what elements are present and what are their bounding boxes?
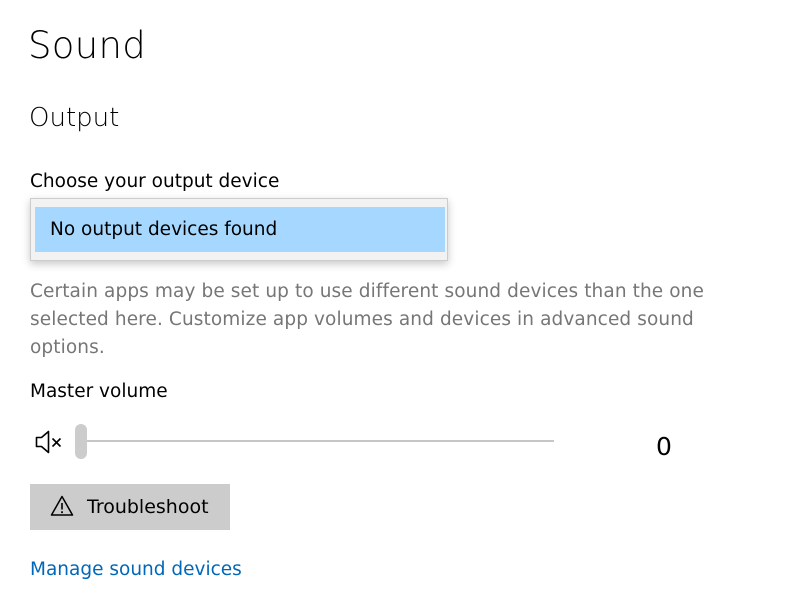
output-description: Certain apps may be set up to use differ… xyxy=(30,281,704,358)
output-device-dropdown[interactable]: No output devices found xyxy=(30,198,448,261)
troubleshoot-button[interactable]: Troubleshoot xyxy=(30,484,230,530)
manage-sound-devices-link[interactable]: Manage sound devices xyxy=(30,556,242,584)
slider-thumb[interactable] xyxy=(75,424,87,459)
slider-track xyxy=(80,440,554,442)
output-device-label: Choose your output device xyxy=(30,171,280,192)
troubleshoot-label: Troubleshoot xyxy=(87,496,209,518)
master-volume-value: 0 xyxy=(656,432,672,461)
warning-icon xyxy=(50,494,74,518)
output-section-title: Output xyxy=(29,103,120,133)
page-title: Sound xyxy=(28,24,147,67)
speaker-muted-icon[interactable] xyxy=(34,429,64,455)
master-volume-slider[interactable] xyxy=(74,424,554,460)
master-volume-label: Master volume xyxy=(30,381,168,402)
dropdown-option-no-devices[interactable]: No output devices found xyxy=(35,207,445,252)
